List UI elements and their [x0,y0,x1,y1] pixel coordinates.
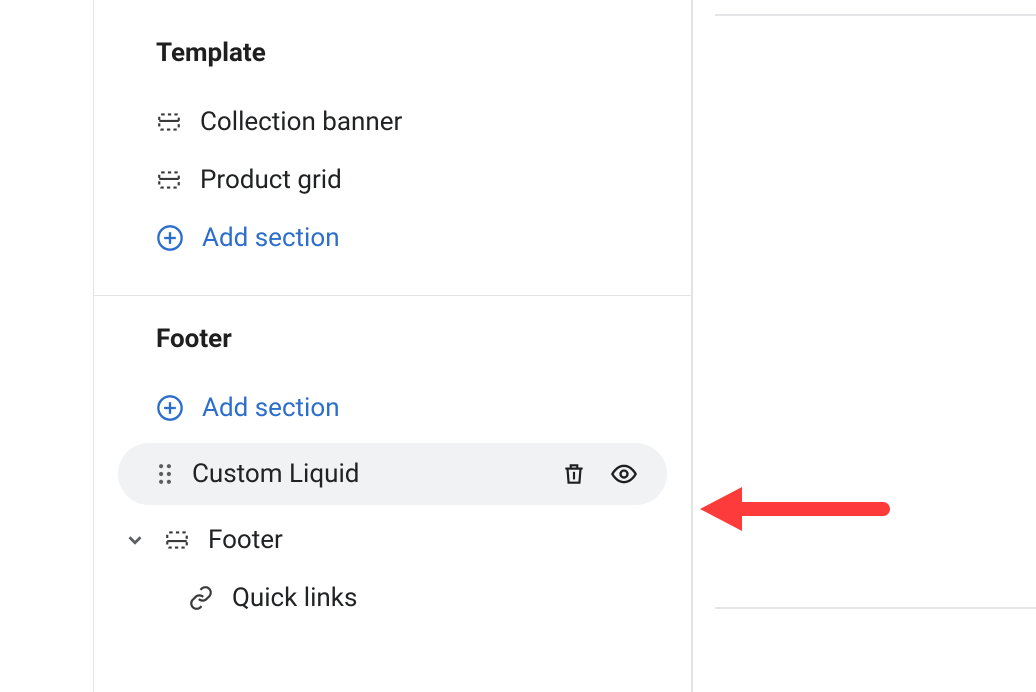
row-actions [561,460,639,488]
group-heading-template: Template [94,38,691,93]
link-icon [188,585,214,611]
sections-sidebar: Template Collection banner Pr [93,0,693,692]
group-heading-footer: Footer [94,324,691,379]
drag-handle-icon[interactable] [156,461,174,487]
editor-canvas: Template Collection banner Pr [0,0,1036,692]
group-template: Template Collection banner Pr [94,0,691,295]
preview-frame [715,14,1036,609]
add-section-footer[interactable]: Add section [94,379,691,437]
section-label: Collection banner [200,107,402,137]
section-label: Footer [208,525,283,555]
eye-icon[interactable] [609,460,639,488]
trash-icon[interactable] [561,460,587,488]
section-item-product-grid[interactable]: Product grid [94,151,691,209]
add-section-label: Add section [202,393,340,423]
section-item-custom-liquid[interactable]: Custom Liquid [118,443,667,505]
section-label: Product grid [200,165,342,195]
section-item-footer[interactable]: Footer [94,511,691,569]
block-item-quick-links[interactable]: Quick links [94,569,691,627]
chevron-down-icon[interactable] [124,529,146,551]
plus-circle-icon [156,394,184,422]
add-section-label: Add section [202,223,340,253]
preview-area [715,0,1036,692]
section-icon [164,527,190,553]
section-icon [156,167,182,193]
group-footer: Footer Add section [94,295,691,655]
section-item-collection-banner[interactable]: Collection banner [94,93,691,151]
plus-circle-icon [156,224,184,252]
section-icon [156,109,182,135]
block-label: Quick links [232,583,357,613]
section-label: Custom Liquid [192,459,359,489]
add-section-template[interactable]: Add section [94,209,691,267]
